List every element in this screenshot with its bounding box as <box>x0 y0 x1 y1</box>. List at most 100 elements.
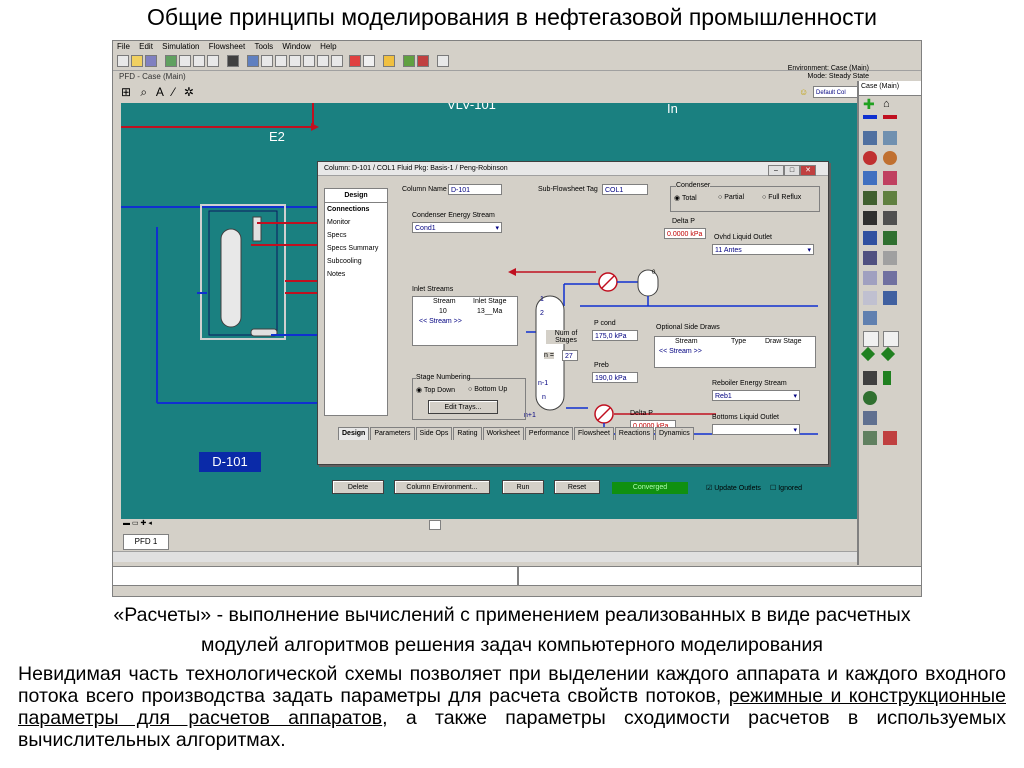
transfer-icon[interactable] <box>883 371 891 385</box>
optimizer-icon[interactable] <box>289 55 301 67</box>
in-label[interactable]: In <box>667 103 678 116</box>
tab-side-ops[interactable]: Side Ops <box>415 427 453 440</box>
palette-color-icon[interactable]: ☺ <box>799 87 808 97</box>
integrator-icon[interactable] <box>417 55 429 67</box>
cond-total-radio[interactable]: ◉ Total <box>674 194 697 202</box>
size-mode-icon[interactable]: ⊞ <box>121 85 134 99</box>
menu-file[interactable]: File <box>117 41 130 53</box>
zoom-icon[interactable]: ⌕ <box>140 85 150 99</box>
p-cond-field[interactable]: 175,0 kPa <box>592 330 638 341</box>
num-stages-field[interactable]: 27 <box>562 350 578 361</box>
tank-icon[interactable] <box>883 131 897 145</box>
color-icon[interactable]: ⁄ <box>173 85 178 99</box>
menu-help[interactable]: Help <box>320 41 336 53</box>
pipe-icon[interactable] <box>883 251 897 265</box>
oil-icon[interactable] <box>207 55 219 67</box>
add-icon[interactable]: ✚ <box>863 97 877 111</box>
canvas-hscroll[interactable]: ▬ ▭ ✚ ◂ <box>121 519 857 530</box>
reb-energy-select[interactable]: Reb1 ▾ <box>712 390 800 401</box>
reset-button[interactable]: Reset <box>554 480 600 494</box>
components-icon[interactable] <box>165 55 177 67</box>
flask-icon[interactable] <box>437 55 449 67</box>
spreadsheet-icon[interactable] <box>317 55 329 67</box>
utility-icon[interactable] <box>261 55 273 67</box>
external-icon[interactable] <box>863 431 877 445</box>
inlet-row1-stream[interactable]: 10 <box>439 308 447 315</box>
energy-stream-icon[interactable] <box>883 115 897 119</box>
controller-icon[interactable] <box>880 346 896 362</box>
canvas-scroll-thumb[interactable] <box>429 520 441 530</box>
p-reb-field[interactable]: 190,0 kPa <box>592 372 638 383</box>
absorber-icon[interactable] <box>863 251 877 265</box>
tab-worksheet[interactable]: Worksheet <box>482 427 524 440</box>
compressor-icon[interactable] <box>883 151 897 165</box>
maximize-button[interactable]: □ <box>784 165 800 176</box>
case-study-icon[interactable] <box>303 55 315 67</box>
reactions-icon[interactable] <box>193 55 205 67</box>
dynamics-icon[interactable] <box>403 55 415 67</box>
subflowsheet-field[interactable]: COL1 <box>602 184 648 195</box>
digital-point-icon[interactable] <box>863 371 877 385</box>
menu-edit[interactable]: Edit <box>139 41 153 53</box>
balance-icon[interactable] <box>863 291 877 305</box>
ovhd-liquid-select[interactable]: 11 Antes ▾ <box>712 244 814 255</box>
minimize-button[interactable]: – <box>768 165 784 176</box>
fluid-pkg-icon[interactable] <box>179 55 191 67</box>
spreadsheet-op-icon[interactable] <box>863 311 877 325</box>
separator-icon[interactable] <box>863 131 877 145</box>
window-hscroll[interactable] <box>113 551 921 562</box>
tab-flowsheet[interactable]: Flowsheet <box>573 427 614 440</box>
tab-dynamics[interactable]: Dynamics <box>655 427 694 440</box>
databook-icon[interactable] <box>275 55 287 67</box>
column-name-field[interactable]: D-101 <box>448 184 502 195</box>
menu-simulation[interactable]: Simulation <box>162 41 199 53</box>
update-outlets-checkbox[interactable]: ☑ Update Outlets <box>706 484 761 492</box>
cond-energy-select[interactable]: Cond1 ▾ <box>412 222 502 233</box>
bottom-up-radio[interactable]: ○ Bottom Up <box>468 386 507 393</box>
workbook-icon[interactable] <box>227 55 239 67</box>
solver-hold-icon[interactable] <box>363 55 375 67</box>
cond-full-reflux-radio[interactable]: ○ Full Reflux <box>762 194 801 201</box>
menu-flowsheet[interactable]: Flowsheet <box>209 41 245 53</box>
heat-exchanger-icon[interactable] <box>863 171 877 185</box>
cooler-icon[interactable] <box>883 171 897 185</box>
set-icon[interactable] <box>883 291 897 305</box>
edit-trays-button[interactable]: Edit Trays... <box>428 400 498 414</box>
column-icon[interactable] <box>883 191 897 205</box>
run-button[interactable]: Run <box>502 480 544 494</box>
open-icon[interactable] <box>131 55 143 67</box>
splitter-icon[interactable] <box>883 431 897 445</box>
vlv-label[interactable]: VLV-101 <box>447 103 496 112</box>
steady-state-icon[interactable] <box>383 55 395 67</box>
default-color-select[interactable]: Default Col <box>813 86 859 98</box>
tab-parameters[interactable]: Parameters <box>370 427 415 440</box>
bottoms-select[interactable]: ▾ <box>712 424 800 435</box>
top-down-radio[interactable]: ◉ Top Down <box>416 386 455 394</box>
adjust-icon[interactable] <box>883 271 897 285</box>
menu-tools[interactable]: Tools <box>254 41 273 53</box>
subflowsheet-icon[interactable] <box>883 331 899 347</box>
plug-flow-icon[interactable] <box>863 271 877 285</box>
tab-design[interactable]: Design <box>338 427 370 440</box>
menu-window[interactable]: Window <box>282 41 310 53</box>
cut-icon[interactable] <box>863 411 877 425</box>
e2-label[interactable]: E2 <box>269 129 285 144</box>
d101-label[interactable]: D-101 <box>199 452 261 472</box>
tab-performance[interactable]: Performance <box>524 427 573 440</box>
side-row1[interactable]: << Stream >> <box>659 348 702 355</box>
material-stream-icon[interactable] <box>863 115 877 119</box>
valve-icon[interactable] <box>863 211 877 225</box>
mixer-icon[interactable] <box>883 211 897 225</box>
reactor-icon[interactable] <box>863 191 877 205</box>
delta-p-top-field[interactable]: 0.0000 kPa <box>664 228 706 239</box>
inlet-row1-stage[interactable]: 13__Ma <box>477 308 502 315</box>
cond-partial-radio[interactable]: ○ Partial <box>718 194 744 201</box>
tab-rating[interactable]: Rating <box>453 427 482 440</box>
new-icon[interactable] <box>117 55 129 67</box>
selector-icon[interactable] <box>860 346 876 362</box>
delete-button[interactable]: Delete <box>332 480 384 494</box>
solver-active-icon[interactable] <box>349 55 361 67</box>
tab-pfd1[interactable]: PFD 1 <box>123 534 169 550</box>
text-icon[interactable]: A <box>156 85 166 99</box>
settings-icon[interactable]: ✲ <box>184 85 197 99</box>
